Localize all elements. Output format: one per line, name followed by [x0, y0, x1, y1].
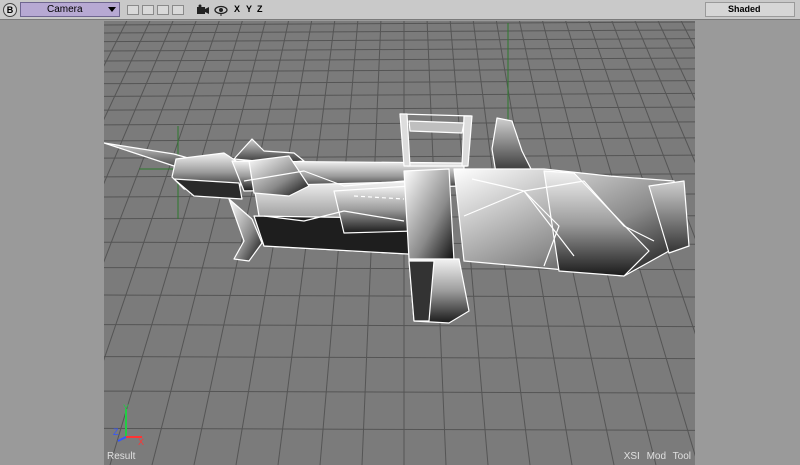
viewport-toolbar: B Camera X Y Z Shaded: [0, 0, 800, 20]
display-mode-label: Shaded: [728, 4, 761, 14]
svg-text:Y: Y: [123, 403, 129, 413]
grid-line: [104, 21, 174, 185]
eye-icon[interactable]: [214, 4, 228, 16]
grid-line: [104, 38, 695, 43]
grid-line: [104, 80, 695, 85]
grid-line: [104, 21, 128, 67]
view-slot-4[interactable]: [172, 5, 184, 15]
view-slot-1[interactable]: [127, 5, 139, 15]
grid-line: [104, 106, 695, 111]
axis-x-toggle[interactable]: X: [234, 4, 240, 19]
axis-gizmo: Y X Z: [113, 403, 144, 447]
3d-viewport[interactable]: Y X Z Result XSI Mod Tool: [104, 21, 695, 465]
grid-line: [104, 356, 695, 360]
app-watermark: XSI Mod Tool: [623, 451, 691, 462]
display-mode-dropdown[interactable]: Shaded: [705, 2, 795, 17]
view-slot-2[interactable]: [142, 5, 154, 15]
grid-line: [104, 92, 695, 97]
grid-line: [104, 57, 695, 62]
axis-z-toggle[interactable]: Z: [257, 4, 263, 19]
grid-line: [104, 21, 197, 263]
camera-icon[interactable]: [196, 4, 210, 16]
grid-line: [104, 294, 695, 298]
grid-line: [104, 137, 695, 142]
grid-line: [104, 324, 695, 328]
svg-text:Z: Z: [113, 427, 119, 437]
grid-line: [104, 47, 695, 52]
chevron-down-icon: [108, 7, 116, 12]
view-slot-3[interactable]: [157, 5, 169, 15]
scene-render: [104, 21, 695, 465]
grid-line: [104, 390, 695, 394]
camera-dropdown-label: Camera: [47, 4, 83, 15]
axis-y-toggle[interactable]: Y: [246, 4, 252, 19]
render-pass-label: Result: [107, 451, 136, 462]
grid-line: [104, 21, 695, 26]
svg-text:X: X: [138, 437, 144, 447]
grid-line: [104, 121, 695, 126]
xsi-viewport-window: B Camera X Y Z Shaded Y X Z Result XSI M…: [0, 0, 800, 465]
viewport-menu-button[interactable]: B: [3, 3, 17, 17]
camera-dropdown[interactable]: Camera: [20, 2, 120, 17]
